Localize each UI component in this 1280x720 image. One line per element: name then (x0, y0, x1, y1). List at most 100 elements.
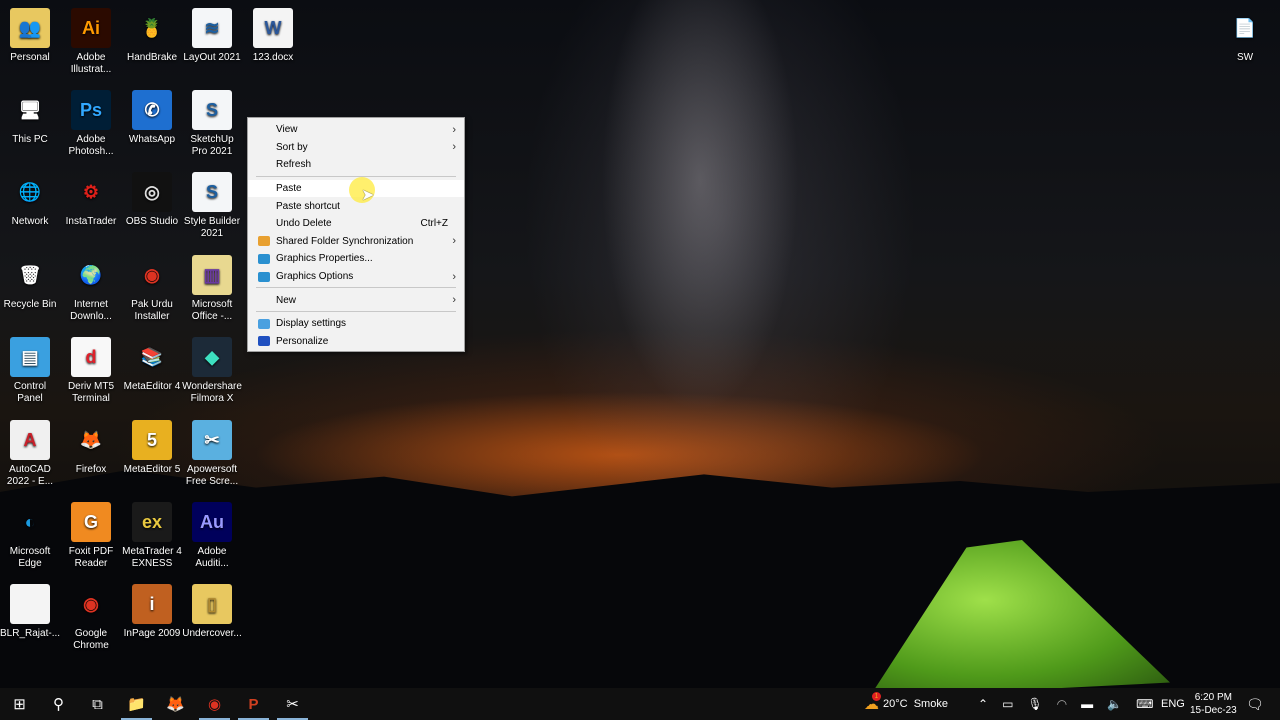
desktop-icon-obs-studio[interactable]: ◎ OBS Studio (122, 172, 182, 228)
desktop-icon-label: Apowersoft Free Scre... (185, 464, 239, 487)
desktop-icon-sketchup-pro-2021[interactable]: S SketchUp Pro 2021 (182, 90, 242, 158)
desktop-icon-label: Deriv MT5 Terminal (67, 381, 115, 404)
desktop-icon-label: Recycle Bin (3, 299, 57, 310)
desktop-icon-recycle-bin[interactable]: 🗑 Recycle Bin (0, 255, 60, 311)
weather-widget[interactable]: ☁ 1 20°C Smoke (864, 688, 948, 720)
clock[interactable]: 6:20 PM 15-Dec-23 (1190, 688, 1237, 720)
desktop-icon-label: LayOut 2021 (183, 52, 241, 63)
task-view-icon[interactable]: ⧉ (78, 688, 117, 720)
menu-item-refresh[interactable]: Refresh (248, 156, 464, 174)
this-pc-icon: 🖥 (18, 100, 42, 120)
desktop-icon-123-docx[interactable]: W 123.docx (243, 8, 303, 64)
desktop-icon-microsoft-edge[interactable]: ◐ Microsoft Edge (0, 502, 60, 570)
volume-icon[interactable]: 🔈 (1107, 697, 1122, 711)
start-icon[interactable]: ⊞ (0, 688, 39, 720)
menu-item-new[interactable]: New › (248, 291, 464, 309)
desktop-icon-metatrader-4-exness[interactable]: ex MetaTrader 4 EXNESS (122, 502, 182, 570)
menu-item-graphics-options[interactable]: Graphics Options › (248, 268, 464, 286)
metaeditor-4-icon: 📚 (140, 347, 164, 367)
menu-item-label: Shared Folder Synchronization (276, 235, 414, 247)
language-indicator[interactable]: ENG (1161, 688, 1185, 720)
desktop-icon-instatrader[interactable]: ⚙ InstaTrader (61, 172, 121, 228)
chevron-right-icon: › (452, 123, 456, 136)
menu-item-label: Personalize (276, 335, 329, 347)
autocad-2022-e-icon: A (10, 420, 50, 460)
desktop-icon-label: OBS Studio (125, 216, 179, 227)
desktop-icon-metaeditor-4[interactable]: 📚 MetaEditor 4 (122, 337, 182, 393)
desktop-icon-label: SketchUp Pro 2021 (190, 134, 234, 157)
desktop-icon-firefox[interactable]: 🦊 Firefox (61, 420, 121, 476)
desktop-icon-microsoft-office[interactable]: ▥ Microsoft Office -... (182, 255, 242, 323)
desktop-icon-whatsapp[interactable]: ✆ WhatsApp (122, 90, 182, 146)
desktop-icon-handbrake[interactable]: 🍍 HandBrake (122, 8, 182, 64)
firefox-icon[interactable]: 🦊 (156, 688, 195, 720)
metatrader-4-exness-icon: ex (132, 502, 172, 542)
menu-item-label: Display settings (276, 318, 347, 330)
menu-item-graphics-properties[interactable]: Graphics Properties... (248, 250, 464, 268)
desktop-icon-undercover[interactable]: ▯ Undercover... (182, 584, 242, 640)
desktop-icon-adobe-photosh[interactable]: Ps Adobe Photosh... (61, 90, 121, 158)
desktop-icon-adobe-illustrat[interactable]: Ai Adobe Illustrat... (61, 8, 121, 76)
desktop-icon-this-pc[interactable]: 🖥 This PC (0, 90, 60, 146)
menu-item-undo-delete[interactable]: Undo Delete Ctrl+Z (248, 215, 464, 233)
desktop-icon-label: Microsoft Edge (9, 546, 51, 569)
desktop-icon-foxit-pdf-reader[interactable]: G Foxit PDF Reader (61, 502, 121, 570)
adobe-illustrat-icon: Ai (71, 8, 111, 48)
desktop-icon-network[interactable]: 🌐 Network (0, 172, 60, 228)
chrome-icon[interactable]: ◉ (195, 688, 234, 720)
notification-icon[interactable]: 🗨 (1246, 688, 1264, 720)
desktop-icon-autocad-2022-e[interactable]: A AutoCAD 2022 - E... (0, 420, 60, 488)
menu-item-shared-folder-synchronization[interactable]: Shared Folder Synchronization › (248, 233, 464, 251)
meet-now-icon[interactable]: ▭ (1002, 697, 1013, 711)
desktop-icon-label: Adobe Illustrat... (70, 52, 112, 75)
chevron-right-icon: › (452, 141, 456, 154)
pak-urdu-installer-icon: ◉ (144, 265, 160, 285)
desktop-icon-label: This PC (12, 134, 48, 145)
desktop-icon-deriv-mt5-terminal[interactable]: d Deriv MT5 Terminal (61, 337, 121, 405)
file-explorer-icon[interactable]: 📁 (117, 688, 156, 720)
chevron-right-icon: › (452, 270, 456, 283)
menu-separator (256, 175, 456, 177)
desktop-icon-metaeditor-5[interactable]: 5 MetaEditor 5 (122, 420, 182, 476)
menu-item-personalize[interactable]: Personalize (248, 333, 464, 351)
desktop-icon-google-chrome[interactable]: ◉ Google Chrome (61, 584, 121, 652)
powerpoint-icon[interactable]: P (234, 688, 273, 720)
desktop-icon-style-builder-2021[interactable]: S Style Builder 2021 (182, 172, 242, 240)
search-icon[interactable]: ⚲ (39, 688, 78, 720)
wifi-icon[interactable]: ◠ (1057, 697, 1067, 711)
desktop-icon-internet-downlo[interactable]: 🌍 Internet Downlo... (61, 255, 121, 323)
menu-item-display-settings[interactable]: Display settings (248, 315, 464, 333)
graphics-properties-icon (258, 253, 270, 264)
desktop-icon-pak-urdu-installer[interactable]: ◉ Pak Urdu Installer (122, 255, 182, 323)
desktop-icon-label: Google Chrome (73, 628, 109, 651)
desktop-icon-apowersoft-free-scre[interactable]: ✂ Apowersoft Free Scre... (182, 420, 242, 488)
desktop-icon-layout-2021[interactable]: ≋ LayOut 2021 (182, 8, 242, 64)
graphics-options-icon (258, 271, 270, 282)
desktop-icon-sw[interactable]: 📄 SW (1215, 8, 1275, 64)
desktop-icon-label: Internet Downlo... (70, 299, 112, 322)
desktop-icon-label: WhatsApp (128, 134, 176, 145)
deriv-mt5-terminal-icon: d (71, 337, 111, 377)
desktop-icon-personal[interactable]: 👥 Personal (0, 8, 60, 64)
chevron-right-icon: › (452, 294, 456, 307)
menu-item-label: Sort by (276, 141, 308, 153)
foxit-pdf-reader-icon: G (71, 502, 111, 542)
taskbar: ⊞ ⚲ ⧉ 📁 🦊 ◉ P ✂ ☁ 1 20°C Smoke ⌃ ▭ 🎙 ◠ ▬ 🔈 ⌨ ENG… (0, 688, 1280, 720)
menu-item-view[interactable]: View › (248, 121, 464, 139)
microphone-icon[interactable]: 🎙 (1027, 697, 1042, 711)
desktop-icon-wondershare-filmora-x[interactable]: ◆ Wondershare Filmora X (182, 337, 242, 405)
desktop-icon-blr-rajat[interactable]: BLR_Rajat-... (0, 584, 60, 640)
chevron-up-icon[interactable]: ⌃ (978, 697, 988, 711)
desktop-icon-adobe-auditi[interactable]: Au Adobe Auditi... (182, 502, 242, 570)
menu-item-label: Refresh (276, 159, 312, 171)
keyboard-icon[interactable]: ⌨ (1136, 697, 1153, 711)
menu-item-label: New (276, 294, 297, 306)
desktop-icon-label: Pak Urdu Installer (131, 299, 173, 322)
desktop-icon-inpage-2009[interactable]: i InPage 2009 (122, 584, 182, 640)
menu-item-sort-by[interactable]: Sort by › (248, 139, 464, 157)
desktop-icon-control-panel[interactable]: ▤ Control Panel (0, 337, 60, 405)
battery-icon[interactable]: ▬ (1081, 697, 1093, 711)
personal-icon: 👥 (10, 8, 50, 48)
apowersoft-icon[interactable]: ✂ (273, 688, 312, 720)
desktop-icon-label: MetaEditor 4 (123, 381, 181, 392)
